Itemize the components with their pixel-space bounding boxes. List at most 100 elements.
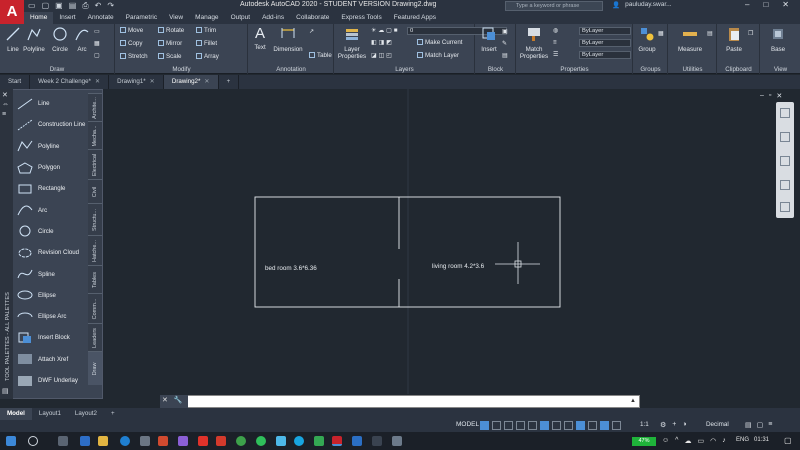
word-icon[interactable]: [352, 436, 362, 446]
save-icon[interactable]: ▣: [55, 1, 63, 11]
application-menu-button[interactable]: A: [0, 0, 24, 24]
copy-clip-icon[interactable]: ❐: [748, 30, 754, 37]
isolate-icon[interactable]: ◑: [682, 421, 686, 429]
palette-tab-tables[interactable]: Tables: [88, 265, 102, 293]
new-icon[interactable]: ▭: [28, 1, 36, 11]
file-tab-drawing1[interactable]: Drawing1* ✕: [109, 75, 164, 89]
match-properties-tool[interactable]: Match Properties: [519, 26, 549, 60]
add-scale-icon[interactable]: +: [672, 421, 676, 429]
close-button[interactable]: ✕: [782, 0, 789, 9]
panel-label-clipboard[interactable]: Clipboard: [718, 66, 759, 73]
boundary-icon[interactable]: ▢: [94, 52, 100, 59]
units-display[interactable]: Decimal: [706, 421, 729, 428]
trim-tool[interactable]: Trim: [196, 27, 216, 34]
orbit-icon[interactable]: [780, 180, 790, 190]
palette-item-revision-cloud[interactable]: Revision Cloud: [16, 242, 88, 263]
battery-icon[interactable]: ▭: [697, 437, 704, 445]
edge-icon[interactable]: [120, 436, 130, 446]
app-icon-1[interactable]: [178, 436, 188, 446]
room-label-bedroom[interactable]: bed room 3.6*6.36: [265, 265, 317, 272]
task-view-icon[interactable]: [58, 436, 68, 446]
tray-chevron-icon[interactable]: ^: [675, 437, 678, 445]
showmotion-icon[interactable]: [780, 202, 790, 212]
panel-label-utilities[interactable]: Utilities: [669, 66, 716, 73]
cloud-icon[interactable]: ☁: [684, 437, 691, 445]
autoscale-icon[interactable]: [612, 421, 621, 430]
close-tab-icon[interactable]: ✕: [95, 78, 100, 85]
dynamic-input-icon[interactable]: [516, 421, 525, 430]
tab-parametric[interactable]: Parametric: [120, 12, 163, 24]
whatsapp-icon[interactable]: [256, 436, 266, 446]
add-layout-button[interactable]: +: [104, 408, 122, 420]
customization-icon[interactable]: ≡: [768, 421, 772, 429]
minimize-button[interactable]: –: [745, 0, 749, 9]
file-tab-start[interactable]: Start: [0, 75, 31, 89]
user-account[interactable]: 👤 pauluday.swar...: [612, 1, 672, 9]
palette-item-polyline[interactable]: Polyline: [16, 136, 88, 157]
base-tool[interactable]: Base: [767, 26, 789, 53]
layout-tab-layout1[interactable]: Layout1: [32, 408, 68, 420]
people-icon[interactable]: ☺: [662, 437, 669, 445]
clock[interactable]: 01:31: [754, 437, 769, 443]
palette-tab-leaders[interactable]: Leaders: [88, 323, 102, 351]
mirror-tool[interactable]: Mirror: [158, 40, 182, 47]
layer-state-icons[interactable]: ☀ ☁ ▢ ■: [371, 27, 397, 34]
drawing-canvas[interactable]: [0, 89, 800, 394]
panel-label-modify[interactable]: Modify: [116, 66, 247, 73]
palette-properties-icon[interactable]: ≡: [2, 111, 6, 118]
command-customize-icon[interactable]: 🔧: [174, 396, 183, 404]
polyline-tool[interactable]: Polyline: [22, 26, 46, 53]
object-snap-tracking-icon[interactable]: [564, 421, 573, 430]
maximize-button[interactable]: □: [763, 0, 768, 9]
annotation-visibility-icon[interactable]: [600, 421, 609, 430]
windows-start-icon[interactable]: [6, 436, 16, 446]
language-indicator[interactable]: ENG: [736, 437, 749, 443]
ungroup-icon[interactable]: ▦: [658, 30, 664, 37]
lineweight-dropdown[interactable]: ByLayer: [579, 51, 631, 59]
draw-extra-icon[interactable]: ▭: [94, 28, 100, 35]
tab-express-tools[interactable]: Express Tools: [335, 12, 387, 24]
tab-manage[interactable]: Manage: [189, 12, 225, 24]
file-tab-drawing2[interactable]: Drawing2* ✕: [163, 75, 219, 89]
redo-icon[interactable]: ↷: [107, 1, 114, 11]
file-explorer-icon[interactable]: [98, 436, 108, 446]
search-icon[interactable]: [28, 436, 38, 446]
circle-tool[interactable]: Circle: [50, 26, 70, 53]
layer-tools-row[interactable]: ◧ ◨ ◩: [371, 39, 392, 46]
palette-item-circle[interactable]: Circle: [16, 221, 88, 242]
palette-item-arc[interactable]: Arc: [16, 199, 88, 220]
workspace-gear-icon[interactable]: ⚙: [660, 421, 666, 429]
layer-tools-row2[interactable]: ◪ ◫ ◰: [371, 52, 392, 59]
line-tool[interactable]: Line: [3, 26, 23, 53]
app-icon-3[interactable]: [216, 436, 226, 446]
tab-output[interactable]: Output: [225, 12, 257, 24]
app-icon-5[interactable]: [392, 436, 402, 446]
room-label-living-room[interactable]: living room 4.2*3.6: [432, 263, 484, 270]
open-icon[interactable]: ▢: [42, 1, 50, 11]
annotation-scale[interactable]: 1:1: [640, 421, 649, 428]
palette-item-line[interactable]: Line: [16, 93, 88, 114]
command-input[interactable]: [188, 397, 638, 407]
search-input[interactable]: Type a keyword or phrase: [505, 1, 603, 11]
infer-constraints-icon[interactable]: [504, 421, 513, 430]
polar-icon[interactable]: [540, 421, 549, 430]
close-tab-icon[interactable]: ✕: [150, 78, 155, 85]
copy-tool[interactable]: Copy: [120, 40, 142, 47]
palette-item-insert-block[interactable]: Insert Block: [16, 327, 88, 348]
notification-icon[interactable]: ▢: [784, 436, 792, 445]
battery-indicator[interactable]: 47%: [632, 437, 656, 446]
lineweight-icon[interactable]: ☰: [553, 51, 559, 58]
palette-tab-electrical[interactable]: Electrical: [88, 149, 102, 179]
quick-properties-icon[interactable]: ▤: [745, 421, 752, 429]
clean-screen-icon[interactable]: ▢: [757, 421, 764, 429]
office-icon[interactable]: [158, 436, 168, 446]
palette-tab-hatches[interactable]: Hatche...: [88, 235, 102, 265]
panel-label-layers[interactable]: Layers: [335, 66, 474, 73]
palette-tab-draw[interactable]: Draw: [88, 351, 102, 385]
close-tab-icon[interactable]: ✕: [204, 78, 209, 85]
snap-icon[interactable]: [492, 421, 501, 430]
skype-icon[interactable]: [294, 436, 304, 446]
palette-item-polygon[interactable]: Polygon: [16, 157, 88, 178]
volume-icon[interactable]: ♪: [722, 437, 726, 445]
command-close-icon[interactable]: ✕: [162, 396, 168, 404]
